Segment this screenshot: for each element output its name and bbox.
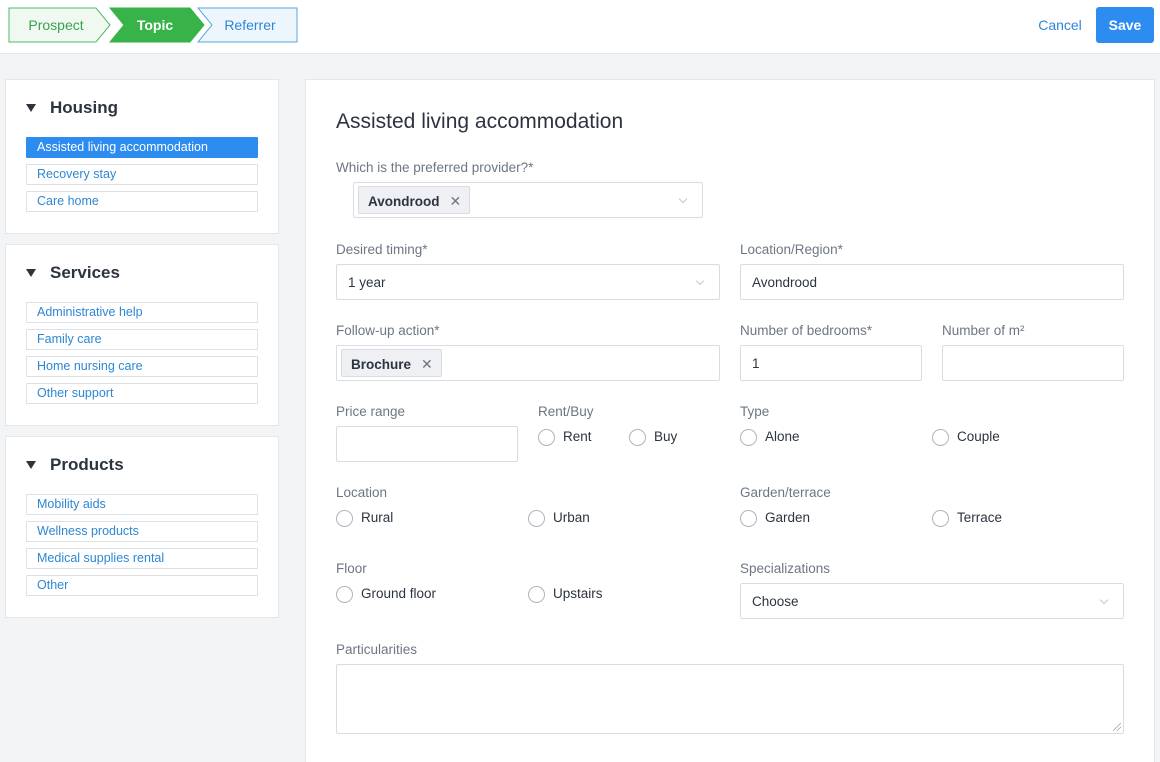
radio-alone[interactable]: Alone: [740, 428, 800, 446]
close-icon[interactable]: ✕: [421, 350, 433, 378]
price-label: Price range: [336, 404, 406, 419]
topic-form: Assisted living accommodation Which is t…: [305, 79, 1155, 762]
caret-down-icon[interactable]: [26, 461, 36, 469]
caret-down-icon[interactable]: [26, 269, 36, 277]
chevron-down-icon[interactable]: [678, 194, 688, 204]
followup-label: Follow-up action*: [336, 323, 440, 338]
panel-title-products[interactable]: Products: [50, 455, 124, 475]
region-input[interactable]: Avondrood: [740, 264, 1124, 300]
floor-label: Floor: [336, 561, 367, 576]
sidebar-item-home-nursing-care[interactable]: Home nursing care: [26, 356, 258, 377]
sidebar-panel-products: Products Mobility aids Wellness products…: [5, 436, 279, 618]
sidebar-item-assisted-living[interactable]: Assisted living accommodation: [26, 137, 258, 158]
top-bar: Prospect Topic Referrer Cancel Save: [0, 0, 1160, 54]
price-input[interactable]: [336, 426, 518, 462]
radio-buy[interactable]: Buy: [629, 428, 677, 446]
resize-handle-icon[interactable]: [1113, 723, 1121, 731]
cancel-button[interactable]: Cancel: [1030, 8, 1090, 42]
radio-garden[interactable]: Garden: [740, 509, 810, 527]
type-label: Type: [740, 404, 770, 419]
radio-ground-floor[interactable]: Ground floor: [336, 585, 436, 603]
save-button[interactable]: Save: [1096, 7, 1154, 43]
chevron-down-icon[interactable]: [695, 276, 705, 286]
particularities-label: Particularities: [336, 642, 418, 657]
radio-couple[interactable]: Couple: [932, 428, 1000, 446]
radio-urban[interactable]: Urban: [528, 509, 590, 527]
provider-label: Which is the preferred provider?*: [336, 160, 534, 175]
sidebar-item-family-care[interactable]: Family care: [26, 329, 258, 350]
step-prospect[interactable]: Prospect: [8, 7, 104, 43]
provider-tag-label: Avondrood: [368, 194, 440, 209]
specializations-label: Specializations: [740, 561, 831, 576]
sidebar-item-medical-supplies-rental[interactable]: Medical supplies rental: [26, 548, 258, 569]
sidebar-item-other-support[interactable]: Other support: [26, 383, 258, 404]
panel-title-housing[interactable]: Housing: [50, 98, 118, 118]
bedrooms-input[interactable]: 1: [740, 345, 922, 381]
location-label: Location: [336, 485, 388, 500]
sidebar-panel-services: Services Administrative help Family care…: [5, 244, 279, 426]
radio-rural[interactable]: Rural: [336, 509, 393, 527]
followup-tag-label: Brochure: [351, 357, 412, 372]
radio-rent[interactable]: Rent: [538, 428, 592, 446]
region-value: Avondrood: [752, 275, 818, 290]
provider-tag: Avondrood ✕: [358, 186, 471, 215]
particularities-textarea[interactable]: [336, 664, 1124, 734]
sidebar-item-recovery-stay[interactable]: Recovery stay: [26, 164, 258, 185]
timing-value: 1 year: [348, 275, 386, 290]
region-label: Location/Region*: [740, 242, 843, 257]
sidebar-panel-housing: Housing Assisted living accommodation Re…: [5, 79, 279, 234]
garden-label: Garden/terrace: [740, 485, 831, 500]
sidebar-item-mobility-aids[interactable]: Mobility aids: [26, 494, 258, 515]
step-topic[interactable]: Topic: [110, 7, 200, 43]
caret-down-icon[interactable]: [26, 104, 36, 112]
specializations-select[interactable]: Choose: [740, 583, 1124, 619]
radio-terrace[interactable]: Terrace: [932, 509, 1002, 527]
step-referrer[interactable]: Referrer: [204, 7, 296, 43]
form-title: Assisted living accommodation: [336, 110, 624, 133]
followup-tag: Brochure ✕: [341, 349, 442, 377]
rentbuy-label: Rent/Buy: [538, 404, 594, 419]
bedrooms-label: Number of bedrooms*: [740, 323, 873, 338]
panel-title-services[interactable]: Services: [50, 263, 120, 283]
area-input[interactable]: [942, 345, 1124, 381]
sidebar-item-other[interactable]: Other: [26, 575, 258, 596]
timing-select[interactable]: 1 year: [336, 264, 720, 300]
provider-select[interactable]: Avondrood ✕: [353, 182, 703, 218]
sidebar-item-wellness-products[interactable]: Wellness products: [26, 521, 258, 542]
radio-upstairs[interactable]: Upstairs: [528, 585, 603, 603]
followup-select[interactable]: Brochure ✕: [336, 345, 720, 381]
close-icon[interactable]: ✕: [450, 187, 462, 215]
step-progress: Prospect Topic Referrer: [8, 7, 300, 43]
sidebar-item-care-home[interactable]: Care home: [26, 191, 258, 212]
area-label: Number of m²: [942, 323, 1025, 338]
specializations-value: Choose: [752, 594, 799, 609]
sidebar-item-administrative-help[interactable]: Administrative help: [26, 302, 258, 323]
timing-label: Desired timing*: [336, 242, 428, 257]
chevron-down-icon[interactable]: [1099, 595, 1109, 605]
bedrooms-value: 1: [752, 356, 760, 371]
